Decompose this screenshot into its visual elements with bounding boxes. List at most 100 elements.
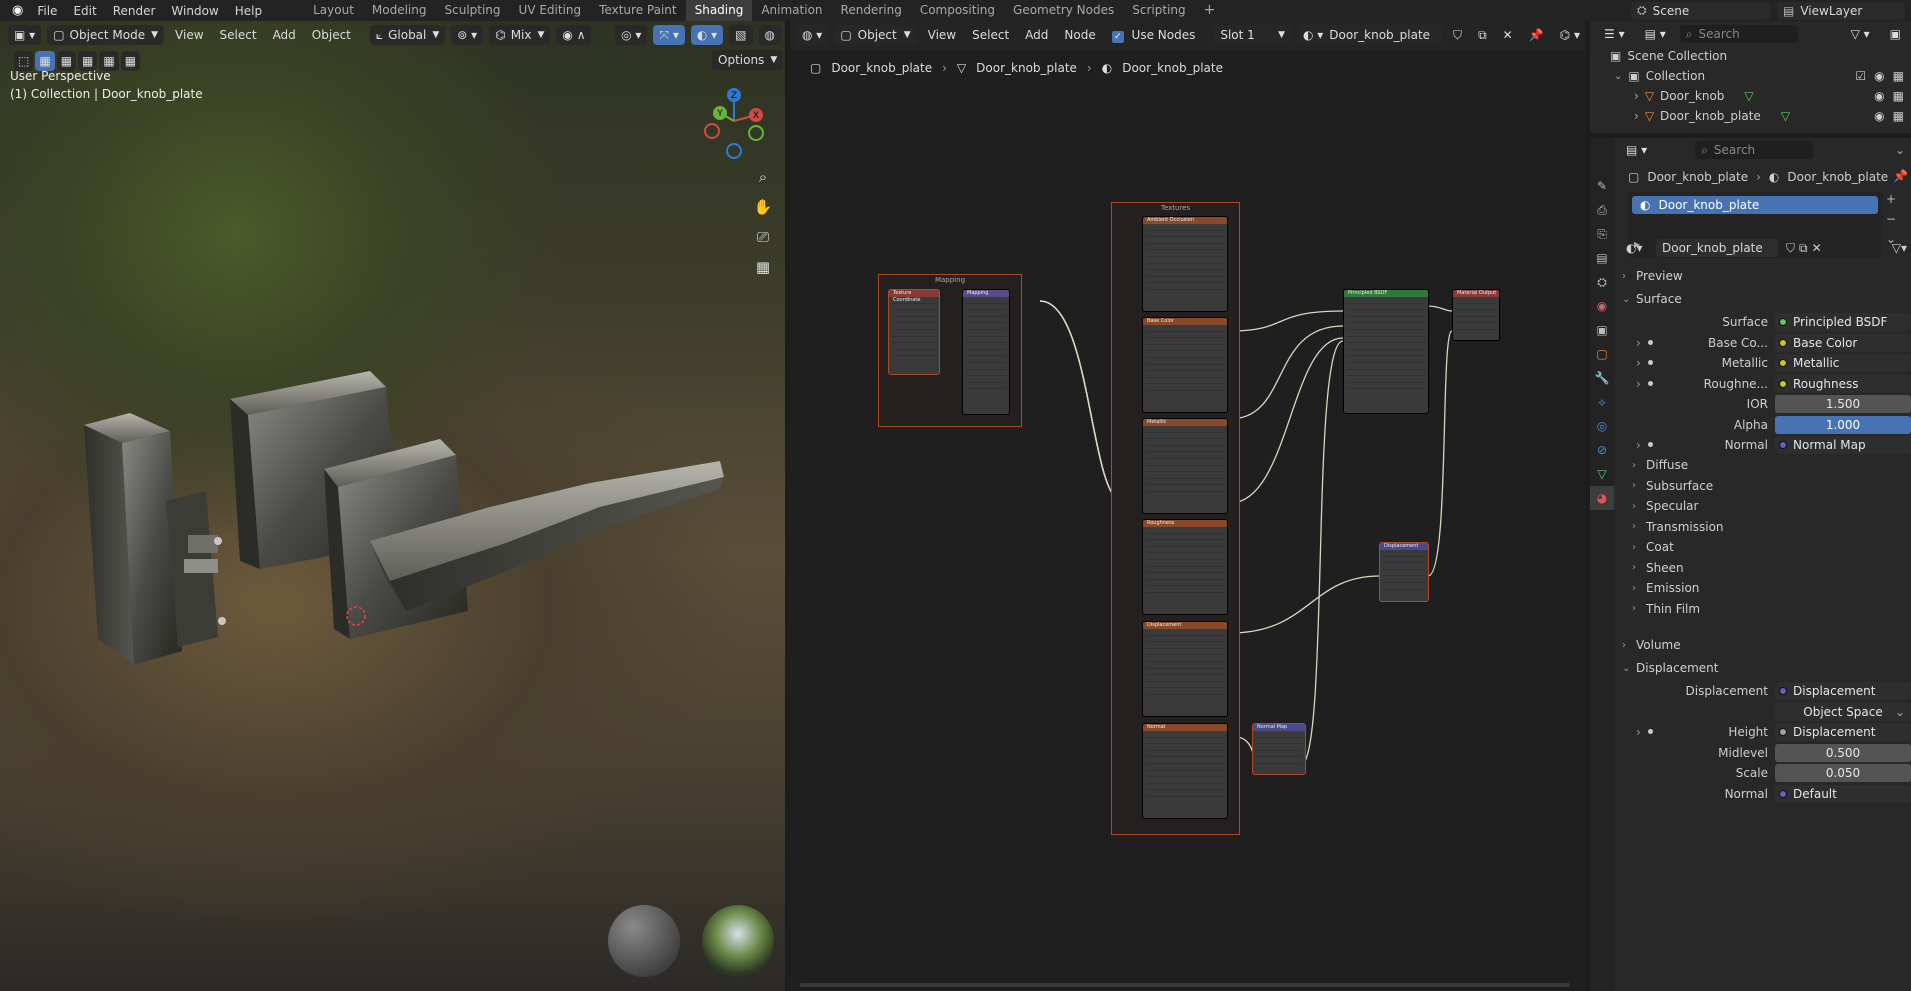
surface-value-ior[interactable]: 1.500: [1775, 395, 1911, 413]
menu-render[interactable]: Render: [105, 4, 164, 18]
node-editor-scrollbar[interactable]: [800, 983, 1570, 987]
checkbox-checked-icon[interactable]: ☑: [1855, 69, 1866, 83]
tool-tab-icon[interactable]: ✎: [1590, 174, 1614, 198]
tab-sculpting[interactable]: Sculpting: [436, 0, 510, 21]
node-texture-coordinate[interactable]: Texture Coordinate: [888, 289, 940, 375]
node-tex-displacement[interactable]: Displacement: [1142, 621, 1228, 717]
unlink-material-icon[interactable]: ✕: [1812, 241, 1822, 255]
options-dropdown[interactable]: Options ▼: [712, 50, 784, 70]
material-browse-icon[interactable]: ◐▾: [1626, 241, 1652, 255]
outliner-item-door-knob[interactable]: › ▽ Door_knob ▽ ◉ ▦: [1634, 89, 1904, 103]
surface-value-normal[interactable]: Normal Map: [1775, 436, 1911, 454]
camera-icon[interactable]: ▦: [1893, 89, 1904, 103]
tab-animation[interactable]: Animation: [752, 0, 831, 21]
world-tab-icon[interactable]: ◉: [1590, 294, 1614, 318]
blender-logo-icon[interactable]: ◉: [0, 3, 29, 18]
node-tex-metallic[interactable]: Metallic: [1142, 418, 1228, 514]
select-intersect-icon[interactable]: ▦: [120, 51, 141, 71]
modifier-tab-icon[interactable]: 🔧: [1590, 366, 1614, 390]
tab-rendering[interactable]: Rendering: [832, 0, 911, 21]
material-slot-item[interactable]: ◐ Door_knob_plate: [1632, 196, 1878, 214]
displacement-value-normal[interactable]: Default: [1775, 784, 1911, 803]
tab-geometry-nodes[interactable]: Geometry Nodes: [1004, 0, 1123, 21]
eye-icon[interactable]: ◉: [1874, 109, 1884, 123]
outliner-editor-type[interactable]: ☰ ▾: [1598, 24, 1631, 44]
constraints-tab-icon[interactable]: ⊘: [1590, 438, 1614, 462]
add-slot-button[interactable]: +: [1886, 192, 1896, 206]
select-subtract-icon[interactable]: ▦: [78, 51, 98, 71]
3d-viewport[interactable]: ▣ ▾ ▢ Object Mode ▼ View Select Add Obje…: [0, 21, 785, 991]
chevron-right-icon[interactable]: ›: [1634, 109, 1639, 123]
outliner-search[interactable]: ⌕ Search: [1679, 25, 1798, 43]
chevron-right-icon[interactable]: ›: [1636, 356, 1641, 370]
viewport-menu-view[interactable]: View: [170, 28, 208, 42]
subpanel-thin-film[interactable]: › Thin Film: [1632, 599, 1700, 619]
outliner-scene-collection[interactable]: ▣ Scene Collection: [1610, 49, 1727, 63]
snap-dropdown[interactable]: ⌬ Mix ▼: [489, 25, 551, 45]
camera-icon[interactable]: ⎚: [752, 226, 774, 248]
camera-icon[interactable]: ▦: [1893, 109, 1904, 123]
tab-texture-paint[interactable]: Texture Paint: [590, 0, 685, 21]
chevron-down-icon[interactable]: ⌄: [1614, 71, 1622, 82]
pivot-point-button[interactable]: ⊚ ▾: [451, 25, 484, 45]
node-displacement[interactable]: Displacement: [1379, 542, 1429, 602]
grid-ortho-icon[interactable]: ▦: [752, 256, 774, 278]
select-extend-icon[interactable]: ▦: [56, 51, 77, 71]
displacement-value-midlevel[interactable]: 0.500: [1775, 743, 1911, 762]
visibility-button[interactable]: ◎ ▾: [615, 25, 648, 45]
displacement-value-object-space[interactable]: Object Space ⌄: [1775, 702, 1911, 721]
viewport-menu-object[interactable]: Object: [307, 28, 356, 42]
shading-wireframe-button[interactable]: ◍: [758, 25, 781, 45]
node-mapping[interactable]: Mapping: [962, 289, 1010, 415]
node-tex-normal[interactable]: Normal: [1142, 723, 1228, 819]
subpanel-coat[interactable]: › Coat: [1632, 537, 1674, 557]
editor-type-button[interactable]: ▣ ▾: [8, 25, 42, 45]
displacement-value-height[interactable]: Displacement: [1775, 723, 1911, 741]
add-workspace-button[interactable]: +: [1195, 0, 1225, 21]
chevron-right-icon[interactable]: ›: [1636, 336, 1641, 350]
collection-tab-icon[interactable]: ▣: [1590, 318, 1614, 342]
transform-orientation-dropdown[interactable]: ⟀ Global ▼: [369, 25, 446, 45]
shader-node-editor[interactable]: ◍ ▾ ▢ Object ▼ View Select Add Node ✓ Us…: [790, 21, 1585, 991]
outliner-item-door-knob-plate[interactable]: › ▽ Door_knob_plate ▽ ◉ ▦: [1634, 109, 1904, 123]
chevron-right-icon[interactable]: ›: [1636, 725, 1641, 739]
render-tab-icon[interactable]: ⎙: [1590, 198, 1614, 222]
material-tab-icon[interactable]: ◕: [1590, 486, 1614, 510]
tab-uv-editing[interactable]: UV Editing: [510, 0, 591, 21]
view-layer-tab-icon[interactable]: ▤: [1590, 246, 1614, 270]
preview-panel-header[interactable]: › Preview: [1622, 266, 1902, 286]
select-tool-icon[interactable]: ⬚: [14, 51, 34, 71]
zoom-icon[interactable]: ⌕: [752, 166, 774, 188]
surface-value-alpha[interactable]: 1.000: [1775, 415, 1911, 434]
display-mode-button[interactable]: ▤ ▾: [1638, 24, 1672, 44]
subpanel-emission[interactable]: › Emission: [1632, 578, 1699, 598]
particles-tab-icon[interactable]: ⟡: [1590, 390, 1614, 414]
subpanel-subsurface[interactable]: › Subsurface: [1632, 476, 1713, 496]
filter-icon[interactable]: ▽ ▾: [1844, 24, 1876, 44]
node-principled-bsdf[interactable]: Principled BSDF: [1343, 289, 1429, 414]
chevron-down-icon[interactable]: ⌄: [1895, 143, 1905, 157]
tab-compositing[interactable]: Compositing: [911, 0, 1004, 21]
material-name-field[interactable]: Door_knob_plate: [1656, 239, 1778, 257]
new-collection-icon[interactable]: ▣: [1883, 24, 1907, 44]
output-tab-icon[interactable]: ⎘: [1590, 222, 1614, 246]
select-invert-icon[interactable]: ▦: [99, 51, 119, 71]
node-tex-ambient-occlusion[interactable]: Ambient Occlusion: [1142, 216, 1228, 312]
overlay-toggle-button[interactable]: ◐ ▾: [690, 25, 724, 45]
data-tab-icon[interactable]: ▽: [1590, 462, 1614, 486]
chevron-right-icon[interactable]: ›: [1636, 377, 1641, 391]
menu-help[interactable]: Help: [227, 4, 270, 18]
mode-dropdown[interactable]: ▢ Object Mode ▼: [47, 25, 165, 45]
gizmo-toggle-button[interactable]: ⤧ ▾: [653, 25, 685, 45]
scene-selector[interactable]: ⛭ Scene: [1631, 1, 1771, 20]
remove-slot-button[interactable]: −: [1886, 212, 1896, 226]
subpanel-diffuse[interactable]: › Diffuse: [1632, 455, 1688, 475]
viewport-menu-add[interactable]: Add: [268, 28, 301, 42]
surface-value-roughne[interactable]: Roughness: [1775, 374, 1911, 393]
subpanel-transmission[interactable]: › Transmission: [1632, 517, 1724, 537]
viewport-menu-select[interactable]: Select: [215, 28, 262, 42]
displacement-value-scale[interactable]: 0.050: [1775, 764, 1911, 782]
duplicate-material-icon[interactable]: ⧉: [1799, 241, 1808, 256]
physics-tab-icon[interactable]: ◎: [1590, 414, 1614, 438]
pan-hand-icon[interactable]: ✋: [752, 196, 774, 218]
